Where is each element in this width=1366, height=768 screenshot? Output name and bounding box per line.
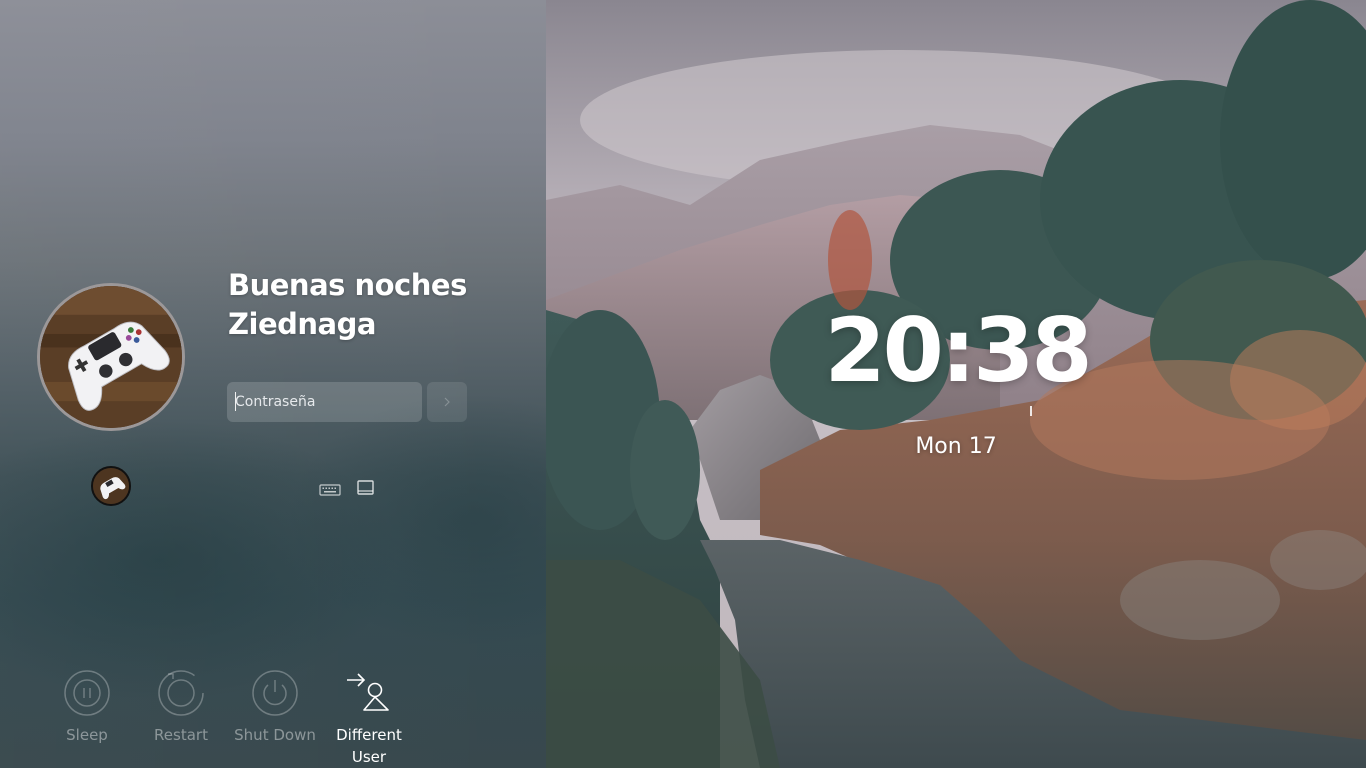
text-cursor xyxy=(235,392,236,411)
different-user-button[interactable]: Different User xyxy=(324,668,414,768)
keyboard-icon[interactable] xyxy=(319,483,341,497)
gamepad-avatar-icon xyxy=(93,468,129,504)
clock-divider xyxy=(1030,406,1032,416)
switch-user-icon xyxy=(347,673,389,711)
gamepad-avatar-icon xyxy=(40,286,182,428)
sleep-label: Sleep xyxy=(66,726,108,744)
password-input[interactable] xyxy=(227,382,422,422)
clock-time: 20:38 xyxy=(824,299,1092,402)
sleep-button[interactable]: Sleep xyxy=(42,668,132,746)
shutdown-label: Shut Down xyxy=(234,726,316,744)
login-submit-button[interactable] xyxy=(427,382,467,422)
user-avatar xyxy=(37,283,185,431)
user-switch-avatar[interactable] xyxy=(91,466,131,506)
power-icon xyxy=(252,670,298,716)
user-name: Ziednaga xyxy=(228,307,376,341)
restart-icon xyxy=(158,670,204,716)
shutdown-button[interactable]: Shut Down xyxy=(230,668,320,746)
arrow-right-icon xyxy=(444,397,450,407)
greeting-text: Buenas noches Ziednaga xyxy=(228,266,528,344)
restart-label: Restart xyxy=(154,726,208,744)
login-screen: Buenas noches Ziednaga Sleep Restart Shu… xyxy=(0,0,1366,768)
restart-button[interactable]: Restart xyxy=(136,668,226,746)
greeting-line: Buenas noches xyxy=(228,268,467,302)
clock-date: Mon 17 xyxy=(915,434,997,459)
sleep-icon xyxy=(64,670,110,716)
different-user-label: Different User xyxy=(336,726,402,766)
virtual-keyboard-icon[interactable] xyxy=(356,479,375,498)
